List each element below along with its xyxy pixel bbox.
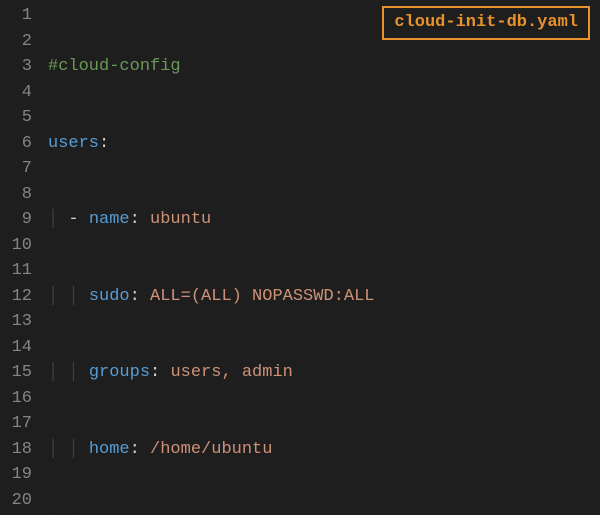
line-number: 14: [0, 335, 42, 361]
line-number: 4: [0, 80, 42, 106]
line-number: 10: [0, 233, 42, 259]
yaml-key: sudo: [89, 287, 130, 306]
code-line: users:: [48, 131, 600, 157]
code-line: │ │ home: /home/ubuntu: [48, 437, 600, 463]
yaml-dash: -: [68, 210, 88, 229]
yaml-key: name: [89, 210, 130, 229]
yaml-value: /home/ubuntu: [150, 440, 272, 459]
line-number: 17: [0, 411, 42, 437]
line-number: 15: [0, 360, 42, 386]
line-number: 20: [0, 488, 42, 514]
yaml-value: users, admin: [170, 363, 292, 382]
yaml-comment: #cloud-config: [48, 57, 181, 76]
yaml-colon: :: [130, 287, 150, 306]
yaml-colon: :: [99, 134, 109, 153]
yaml-key: groups: [89, 363, 150, 382]
line-number: 9: [0, 207, 42, 233]
yaml-key: home: [89, 440, 130, 459]
code-editor: cloud-init-db.yaml 1 2 3 4 5 6 7 8 9 10 …: [0, 0, 600, 515]
line-number: 6: [0, 131, 42, 157]
code-line: #cloud-config: [48, 54, 600, 80]
line-number: 12: [0, 284, 42, 310]
line-number: 8: [0, 182, 42, 208]
code-line: │ │ groups: users, admin: [48, 360, 600, 386]
line-number: 16: [0, 386, 42, 412]
line-number: 2: [0, 29, 42, 55]
line-number: 19: [0, 462, 42, 488]
line-number: 5: [0, 105, 42, 131]
line-number: 7: [0, 156, 42, 182]
line-number: 3: [0, 54, 42, 80]
indent-guide: │ │: [48, 440, 89, 459]
yaml-value: ubuntu: [150, 210, 211, 229]
code-area[interactable]: #cloud-config users: │ - name: ubuntu │ …: [42, 0, 600, 515]
line-number: 13: [0, 309, 42, 335]
indent-guide: │ │: [48, 363, 89, 382]
indent-guide: │: [48, 210, 68, 229]
yaml-value: ALL=(ALL) NOPASSWD:ALL: [150, 287, 374, 306]
line-number: 11: [0, 258, 42, 284]
line-number-gutter: 1 2 3 4 5 6 7 8 9 10 11 12 13 14 15 16 1…: [0, 0, 42, 515]
code-line: │ - name: ubuntu: [48, 207, 600, 233]
yaml-colon: :: [150, 363, 170, 382]
yaml-colon: :: [130, 440, 150, 459]
line-number: 1: [0, 3, 42, 29]
code-line: │ │ sudo: ALL=(ALL) NOPASSWD:ALL: [48, 284, 600, 310]
indent-guide: │ │: [48, 287, 89, 306]
filename-badge: cloud-init-db.yaml: [382, 6, 590, 40]
line-number: 18: [0, 437, 42, 463]
yaml-colon: :: [130, 210, 150, 229]
yaml-key: users: [48, 134, 99, 153]
